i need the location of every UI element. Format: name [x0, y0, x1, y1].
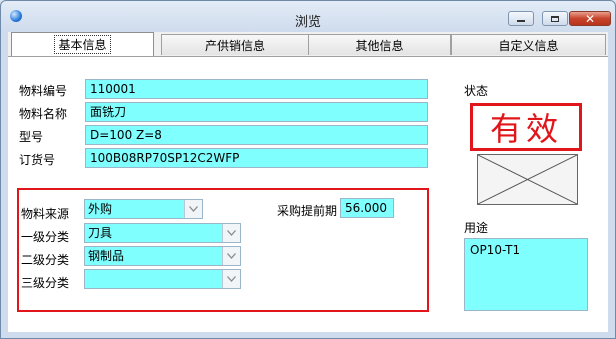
lead-time-field[interactable]: 56.000 [340, 198, 394, 218]
minimize-button[interactable] [508, 11, 534, 26]
source-label: 物料来源 [21, 207, 70, 221]
usage-field[interactable]: OP10-T1 [464, 238, 588, 311]
tab-label: 产供销信息 [204, 38, 265, 53]
order-no-label: 订货号 [19, 153, 56, 167]
source-value: 外购 [88, 202, 113, 216]
source-select[interactable]: 外购 [84, 199, 203, 219]
tab-basic-info[interactable]: 基本信息 [11, 32, 154, 56]
material-code-label: 物料编号 [19, 84, 68, 98]
dropdown-button[interactable] [222, 247, 240, 265]
level2-value: 钢制品 [88, 249, 125, 263]
close-icon: ✕ [584, 11, 596, 26]
usage-label: 用途 [464, 221, 489, 235]
browse-window: 浏览 ✕ 基本信息 产供销信息 其他信息 自定义信息 物料编号 110001 物… [0, 0, 616, 339]
model-label: 型号 [19, 130, 44, 144]
level1-label: 一级分类 [21, 230, 70, 244]
chevron-down-icon [227, 230, 236, 236]
dropdown-button[interactable] [184, 200, 202, 218]
client-area: 基本信息 产供销信息 其他信息 自定义信息 物料编号 110001 物料名称 面… [8, 32, 608, 332]
title-bar[interactable]: 浏览 ✕ [1, 1, 615, 31]
image-placeholder[interactable] [477, 154, 578, 205]
lead-time-label: 采购提前期 [277, 204, 338, 218]
level2-select[interactable]: 钢制品 [84, 246, 241, 266]
order-no-field[interactable]: 100B08RP70SP12C2WFP [85, 148, 428, 168]
chevron-down-icon [227, 253, 236, 259]
close-button[interactable]: ✕ [569, 11, 611, 26]
tab-strip: 基本信息 产供销信息 其他信息 自定义信息 [8, 32, 608, 56]
material-code-field[interactable]: 110001 [85, 79, 428, 99]
maximize-button[interactable] [542, 11, 568, 26]
chevron-down-icon [189, 206, 198, 212]
material-name-field[interactable]: 面铣刀 [85, 102, 428, 122]
tab-label: 基本信息 [54, 35, 111, 54]
level2-label: 二级分类 [21, 253, 70, 267]
basic-info-panel: 物料编号 110001 物料名称 面铣刀 型号 D=100 Z=8 订货号 10… [8, 56, 608, 332]
level1-select[interactable]: 刀具 [84, 223, 241, 243]
material-name-label: 物料名称 [19, 107, 68, 121]
maximize-icon [551, 15, 559, 22]
model-field[interactable]: D=100 Z=8 [85, 125, 428, 145]
tab-label: 自定义信息 [498, 38, 559, 53]
dropdown-button[interactable] [222, 270, 240, 288]
level3-label: 三级分类 [21, 276, 70, 290]
tab-label: 其他信息 [355, 38, 404, 53]
minimize-icon [517, 19, 525, 22]
status-label: 状态 [464, 84, 489, 98]
status-stamp: 有效 [470, 103, 582, 151]
dropdown-button[interactable] [222, 224, 240, 242]
level1-value: 刀具 [88, 226, 113, 240]
tab-custom-info[interactable]: 自定义信息 [451, 34, 606, 55]
chevron-down-icon [227, 276, 236, 282]
tab-other-info[interactable]: 其他信息 [308, 34, 451, 55]
empty-image-icon [477, 154, 578, 205]
level3-select[interactable] [84, 269, 241, 289]
tab-supply-info[interactable]: 产供销信息 [161, 34, 309, 55]
